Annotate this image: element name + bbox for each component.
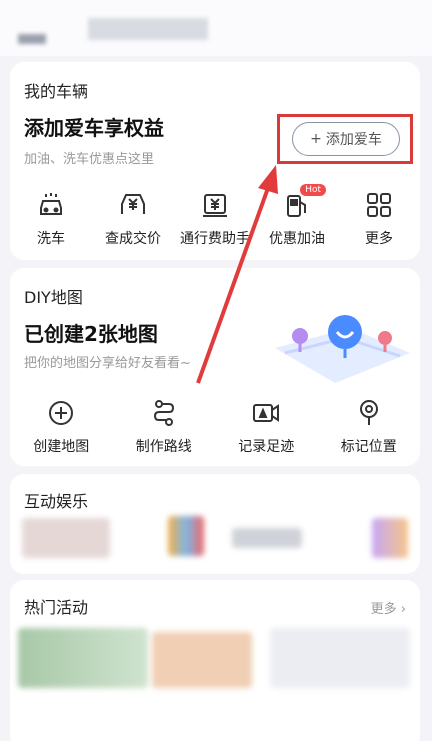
action-mark-location[interactable]: 标记位置 <box>328 398 410 456</box>
route-icon <box>149 398 179 428</box>
action-label: 制作路线 <box>135 439 192 455</box>
action-record-track[interactable]: 记录足迹 <box>225 398 307 456</box>
service-label: 更多 <box>365 231 393 247</box>
fun-section-title: 互动娱乐 <box>24 492 89 511</box>
service-label: 通行费助手 <box>180 231 250 247</box>
action-label: 标记位置 <box>340 439 397 455</box>
more-label: 更多 <box>370 602 397 617</box>
blurred-banner[interactable] <box>270 628 410 688</box>
more-link[interactable]: 更多 › <box>371 598 406 617</box>
plus-circle-icon <box>46 398 76 428</box>
service-car-wash[interactable]: 洗车 <box>10 190 92 248</box>
blurred-status <box>18 34 46 44</box>
blurred-content[interactable] <box>168 516 204 556</box>
service-more[interactable]: 更多 <box>338 190 420 248</box>
blurred-banner[interactable] <box>152 632 252 688</box>
price-car-icon <box>118 190 148 220</box>
service-label: 查成交价 <box>105 231 161 247</box>
video-record-icon <box>251 398 281 428</box>
plus-icon: + <box>310 131 322 147</box>
my-vehicle-card: 我的车辆 添加爱车享权益 加油、洗车优惠点这里 + 添加爱车 洗车 查成交价 通… <box>10 62 420 260</box>
vehicle-subtext[interactable]: 加油、洗车优惠点这里 <box>24 148 154 167</box>
blurred-content[interactable] <box>22 518 110 558</box>
diy-actions: 创建地图 制作路线 记录足迹 标记位置 <box>10 398 420 456</box>
action-make-route[interactable]: 制作路线 <box>123 398 205 456</box>
service-toll[interactable]: 通行费助手 <box>174 190 256 248</box>
status-bar <box>0 0 432 56</box>
vehicle-services: 洗车 查成交价 通行费助手 Hot 优惠加油 更多 <box>10 184 420 248</box>
service-fuel[interactable]: Hot 优惠加油 <box>256 184 338 248</box>
service-price[interactable]: 查成交价 <box>92 190 174 248</box>
map-illustration <box>265 298 415 388</box>
activity-section-title: 热门活动 <box>24 598 89 617</box>
blurred-content[interactable] <box>372 518 408 558</box>
action-create-map[interactable]: 创建地图 <box>20 398 102 456</box>
chevron-right-icon: › <box>400 602 406 617</box>
diy-map-card: DIY地图 已创建2张地图 把你的地图分享给好友看看~ 创建地图 制作路线 记录… <box>10 268 420 466</box>
add-car-label: 添加爱车 <box>325 132 382 148</box>
service-label: 洗车 <box>37 231 65 247</box>
diy-headline[interactable]: 已创建2张地图 <box>24 318 158 347</box>
add-car-button[interactable]: + 添加爱车 <box>292 122 400 156</box>
hot-badge: Hot <box>300 184 326 196</box>
service-label: 优惠加油 <box>269 231 325 247</box>
car-wash-icon <box>36 190 66 220</box>
grid-more-icon <box>364 190 394 220</box>
location-pin-icon <box>354 398 384 428</box>
vehicle-headline[interactable]: 添加爱车享权益 <box>24 112 164 141</box>
fuel-pump-icon: Hot <box>282 184 326 220</box>
interactive-fun-card: 互动娱乐 <box>10 474 420 574</box>
action-label: 创建地图 <box>33 439 90 455</box>
toll-fee-icon <box>200 190 230 220</box>
blurred-banner[interactable] <box>18 628 148 688</box>
diy-subtext[interactable]: 把你的地图分享给好友看看~ <box>24 352 191 371</box>
action-label: 记录足迹 <box>238 439 295 455</box>
blurred-title <box>88 18 208 40</box>
vehicle-section-title: 我的车辆 <box>24 82 89 101</box>
hot-activities-card: 热门活动 更多 › <box>10 580 420 741</box>
blurred-content[interactable] <box>232 528 302 548</box>
diy-section-title: DIY地图 <box>24 288 83 307</box>
